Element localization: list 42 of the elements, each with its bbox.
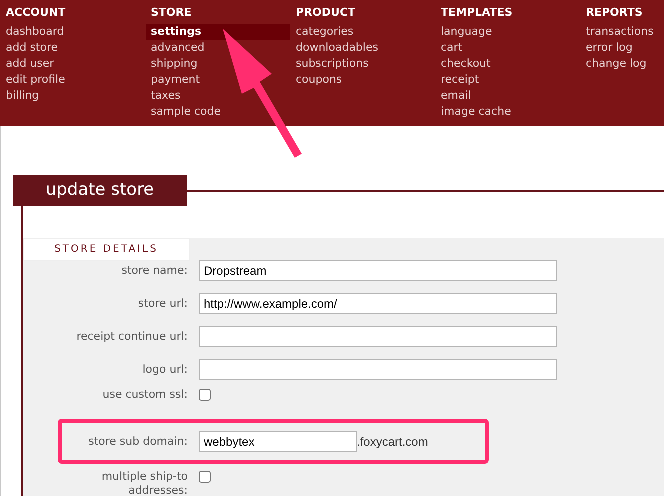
field-label: multiple ship-to addresses:: [100, 470, 189, 496]
nav-link[interactable]: billing: [6, 88, 40, 104]
section-tab[interactable]: STORE DETAILS: [23, 238, 190, 261]
nav-link[interactable]: categories: [296, 24, 354, 40]
nav-link[interactable]: taxes: [151, 88, 181, 104]
section-title: update store: [13, 175, 187, 206]
field-label: store name:: [120, 264, 189, 278]
nav-link[interactable]: email: [441, 88, 472, 104]
nav-link[interactable]: checkout: [441, 56, 491, 72]
nav-heading: REPORTS: [586, 5, 643, 21]
text-field[interactable]: webbytex: [199, 431, 357, 452]
nav-link[interactable]: advanced: [151, 40, 205, 56]
nav-link[interactable]: change log: [586, 56, 647, 72]
nav-link[interactable]: downloadables: [296, 40, 378, 56]
nav-link[interactable]: edit profile: [6, 72, 66, 88]
field-label: receipt continue url:: [76, 330, 189, 344]
nav-link[interactable]: transactions: [586, 24, 654, 40]
nav-link[interactable]: sample code: [151, 104, 222, 120]
domain-suffix: .foxycart.com: [357, 434, 428, 450]
nav-link[interactable]: add user: [6, 56, 54, 72]
field-label: use custom ssl:: [102, 388, 189, 402]
nav-link[interactable]: language: [441, 24, 492, 40]
nav-link[interactable]: cart: [441, 40, 463, 56]
text-field[interactable]: http://www.example.com/: [199, 293, 557, 314]
nav-link[interactable]: error log: [586, 40, 633, 56]
field-label: store url:: [137, 296, 189, 310]
nav-link[interactable]: coupons: [296, 72, 342, 88]
nav-link[interactable]: subscriptions: [296, 56, 369, 72]
nav-link[interactable]: dashboard: [6, 24, 64, 40]
nav-link[interactable]: settings: [146, 24, 290, 40]
nav-link[interactable]: receipt: [441, 72, 480, 88]
field-label: logo url:: [142, 362, 189, 376]
nav-link[interactable]: shipping: [151, 56, 198, 72]
text-field[interactable]: Dropstream: [199, 260, 557, 281]
field-label: store sub domain:: [88, 434, 189, 448]
nav-heading: STORE: [151, 5, 192, 21]
nav-heading: TEMPLATES: [441, 5, 513, 21]
nav-heading: PRODUCT: [296, 5, 356, 21]
nav-link[interactable]: image cache: [441, 104, 512, 120]
nav-link[interactable]: payment: [151, 72, 200, 88]
nav-link[interactable]: add store: [6, 40, 58, 56]
nav-heading: ACCOUNT: [6, 5, 66, 21]
